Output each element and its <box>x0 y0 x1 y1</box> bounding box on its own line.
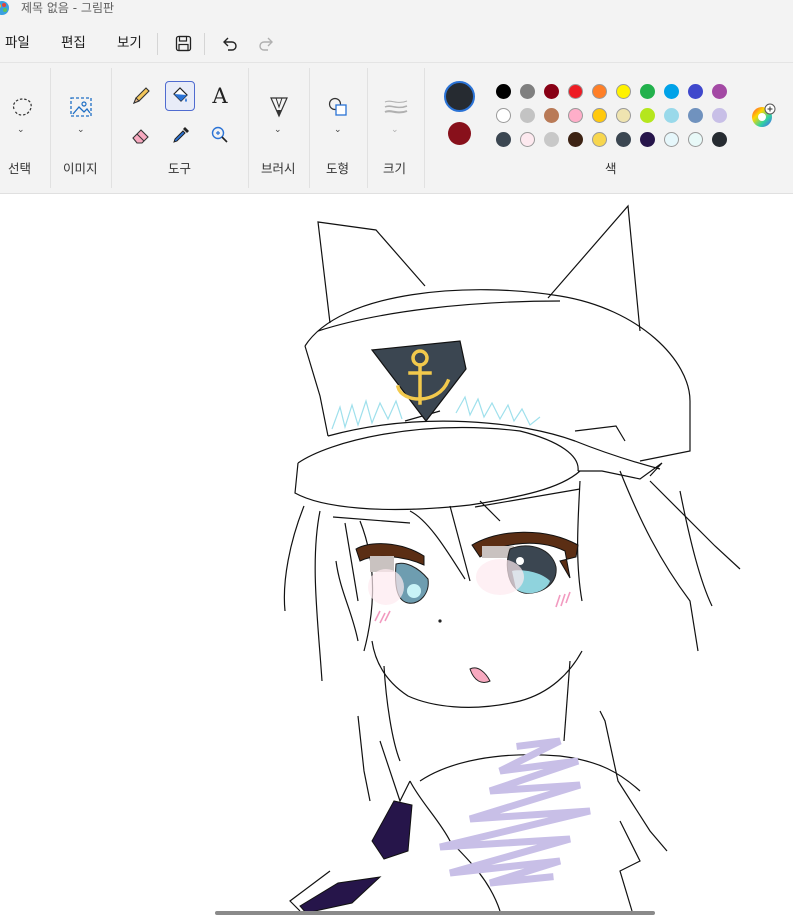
palette-color-swatch[interactable] <box>664 108 679 123</box>
paint-app-icon <box>0 1 9 15</box>
group-separator <box>111 68 112 188</box>
group-separator <box>367 68 368 188</box>
palette-color-swatch[interactable] <box>520 108 535 123</box>
brushes-button[interactable] <box>264 92 294 122</box>
primary-color-swatch[interactable] <box>444 81 475 112</box>
palette-color-swatch[interactable] <box>520 84 535 99</box>
group-label-select: 선택 <box>8 161 32 176</box>
size-button[interactable] <box>381 92 411 122</box>
menu-separator <box>204 33 205 55</box>
eyedropper-icon <box>173 127 189 143</box>
palette-color-swatch[interactable] <box>592 108 607 123</box>
palette-color-swatch[interactable] <box>712 132 727 147</box>
chevron-down-icon[interactable]: ⌄ <box>77 125 85 135</box>
secondary-color-swatch[interactable] <box>448 122 471 145</box>
window-title: 제목 없음 - 그림판 <box>21 1 115 15</box>
group-label-size: 크기 <box>383 161 407 176</box>
anime-drawing-artwork <box>283 204 741 914</box>
paint-bucket-icon <box>173 87 188 102</box>
menu-view[interactable]: 보기 <box>115 32 144 54</box>
horizontal-scrollbar[interactable] <box>215 911 655 915</box>
pencil-tool[interactable] <box>126 81 156 111</box>
group-separator <box>424 68 425 188</box>
magnifier-tool[interactable] <box>205 120 235 150</box>
palette-color-swatch[interactable] <box>640 84 655 99</box>
palette-color-swatch[interactable] <box>712 108 727 123</box>
palette-color-swatch[interactable] <box>544 132 559 147</box>
palette-color-swatch[interactable] <box>544 108 559 123</box>
group-label-image: 이미지 <box>63 161 98 176</box>
eraser-icon <box>132 129 149 144</box>
menu-separator <box>157 33 158 55</box>
group-separator <box>248 68 249 188</box>
palette-color-swatch[interactable] <box>664 132 679 147</box>
redo-icon <box>259 37 273 51</box>
palette-color-swatch[interactable] <box>496 108 511 123</box>
undo-icon <box>223 37 237 51</box>
image-button[interactable] <box>66 92 96 122</box>
group-label-tools: 도구 <box>168 161 192 176</box>
line-width-icon <box>384 100 408 114</box>
eraser-tool[interactable] <box>126 120 156 150</box>
palette-color-swatch[interactable] <box>640 132 655 147</box>
palette-color-swatch[interactable] <box>712 84 727 99</box>
menu-bar: 파일 편집 보기 <box>0 26 793 60</box>
image-icon <box>70 97 92 117</box>
menu-file[interactable]: 파일 <box>3 32 32 54</box>
select-button[interactable] <box>7 92 37 122</box>
palette-color-swatch[interactable] <box>592 84 607 99</box>
palette-color-swatch[interactable] <box>616 108 631 123</box>
menu-edit[interactable]: 편집 <box>59 32 88 54</box>
palette-color-swatch[interactable] <box>496 132 511 147</box>
color-picker-tool[interactable] <box>166 120 196 150</box>
color-wheel-icon <box>752 103 776 127</box>
palette-color-swatch[interactable] <box>568 108 583 123</box>
palette-color-swatch[interactable] <box>688 84 703 99</box>
palette-color-swatch[interactable] <box>616 132 631 147</box>
group-separator <box>50 68 51 188</box>
palette-color-swatch[interactable] <box>688 108 703 123</box>
palette-color-swatch[interactable] <box>520 132 535 147</box>
palette-color-swatch[interactable] <box>544 84 559 99</box>
drawing-canvas[interactable] <box>0 193 793 916</box>
fill-tool[interactable] <box>165 81 195 111</box>
group-label-colors: 색 <box>605 161 617 176</box>
undo-button[interactable] <box>216 30 242 56</box>
ribbon-top-border <box>0 62 793 63</box>
palette-color-swatch[interactable] <box>616 84 631 99</box>
palette-color-swatch[interactable] <box>496 84 511 99</box>
title-bar: 제목 없음 - 그림판 <box>0 0 793 22</box>
chevron-down-icon[interactable]: ⌄ <box>334 125 342 135</box>
save-icon <box>175 35 191 51</box>
group-label-shapes: 도형 <box>326 161 350 176</box>
brush-icon <box>270 97 288 118</box>
palette-color-swatch[interactable] <box>664 84 679 99</box>
text-icon: A <box>212 84 228 108</box>
shapes-icon <box>328 97 347 116</box>
group-separator <box>309 68 310 188</box>
save-button[interactable] <box>170 30 196 56</box>
redo-button[interactable] <box>254 30 280 56</box>
palette-color-swatch[interactable] <box>688 132 703 147</box>
palette-color-swatch[interactable] <box>592 132 607 147</box>
edit-colors-button[interactable] <box>748 101 778 131</box>
palette-color-swatch[interactable] <box>568 132 583 147</box>
palette-color-swatch[interactable] <box>640 108 655 123</box>
text-tool[interactable]: A <box>205 81 235 111</box>
lasso-select-icon <box>12 98 32 116</box>
chevron-down-icon[interactable]: ⌄ <box>274 125 282 135</box>
palette-color-swatch[interactable] <box>568 84 583 99</box>
pencil-icon <box>133 87 150 104</box>
zoom-icon <box>211 126 228 143</box>
chevron-down-icon: ⌄ <box>391 125 399 135</box>
shapes-button[interactable] <box>323 92 353 122</box>
chevron-down-icon[interactable]: ⌄ <box>17 125 25 135</box>
group-label-brushes: 브러시 <box>261 161 296 176</box>
